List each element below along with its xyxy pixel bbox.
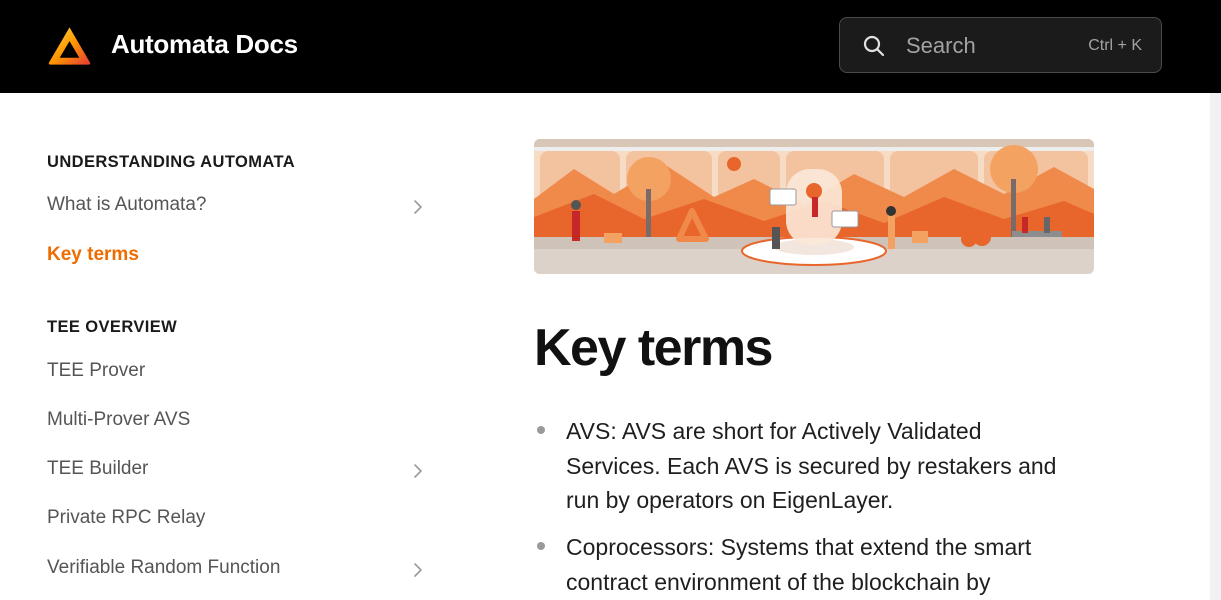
- sidebar-item-label: Multi-Prover AVS: [47, 409, 191, 430]
- chevron-right-icon[interactable]: [413, 562, 423, 578]
- bullet-marker: [537, 426, 545, 434]
- bullet-marker: [537, 542, 545, 550]
- sidebar-item-label: What is Automata?: [47, 194, 207, 215]
- sidebar-item-label: Private RPC Relay: [47, 507, 206, 528]
- brand-title[interactable]: Automata Docs: [111, 29, 298, 60]
- page-title: Key terms: [534, 319, 773, 377]
- scrollbar-track[interactable]: [1210, 93, 1221, 600]
- sidebar-item-label: TEE Prover: [47, 360, 146, 381]
- hero-banner-illustration: [534, 139, 1094, 274]
- automata-logo-icon[interactable]: [47, 25, 92, 67]
- search-icon: [863, 35, 885, 57]
- sidebar-item-what-is-automata[interactable]: What is Automata?: [47, 191, 425, 221]
- term-line: run by operators on EigenLayer.: [566, 487, 894, 513]
- term-line: Coprocessors: Systems that extend the sm…: [566, 534, 1032, 560]
- term-avs: AVS: AVS are short for Actively Validate…: [566, 414, 1106, 518]
- sidebar-item-verifiable-random-function[interactable]: Verifiable Random Function: [47, 554, 425, 584]
- sidebar-item-key-terms[interactable]: Key terms: [47, 241, 425, 271]
- sidebar-item-multi-prover-avs[interactable]: Multi-Prover AVS: [47, 406, 425, 436]
- sidebar-item-private-rpc-relay[interactable]: Private RPC Relay: [47, 504, 425, 534]
- term-line: contract environment of the blockchain b…: [566, 568, 991, 595]
- top-navbar: Automata Docs Search Ctrl + K: [0, 0, 1221, 93]
- search-box[interactable]: Search Ctrl + K: [839, 17, 1162, 73]
- term-line: AVS: AVS are short for Actively Validate…: [566, 418, 982, 444]
- chevron-right-icon[interactable]: [413, 199, 423, 215]
- term-coprocessors: Coprocessors: Systems that extend the sm…: [566, 530, 1106, 599]
- sidebar-item-tee-prover[interactable]: TEE Prover: [47, 357, 425, 387]
- term-line: Services. Each AVS is secured by restake…: [566, 452, 1057, 479]
- chevron-right-icon[interactable]: [413, 463, 423, 479]
- sidebar-item-label: Key terms: [47, 244, 139, 265]
- sidebar-item-label: TEE Builder: [47, 458, 149, 479]
- sidebar-item-label: Verifiable Random Function: [47, 557, 281, 578]
- sidebar-item-tee-builder[interactable]: TEE Builder: [47, 455, 425, 485]
- sidebar-section-tee-overview: TEE OVERVIEW: [47, 318, 178, 336]
- sidebar-section-understanding-automata: UNDERSTANDING AUTOMATA: [47, 153, 296, 171]
- search-placeholder: Search: [906, 33, 976, 58]
- search-shortcut-hint: Ctrl + K: [1088, 37, 1142, 54]
